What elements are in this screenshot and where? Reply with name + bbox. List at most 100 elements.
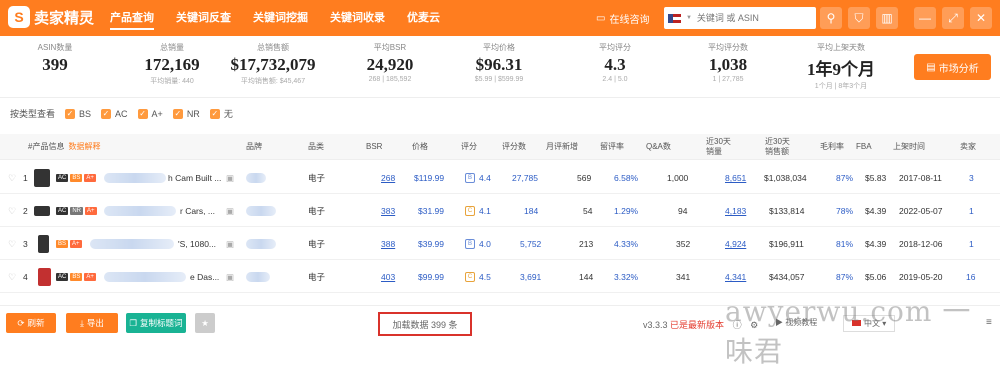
badge-ac: AC xyxy=(56,174,69,182)
margin-cell: 81% xyxy=(836,239,854,249)
filter-ac[interactable]: ✓ AC xyxy=(101,108,128,119)
stat-sub: $5.99 | $599.99 xyxy=(474,76,524,83)
monthly-new-cell: 54 xyxy=(583,206,593,216)
search-input[interactable] xyxy=(696,13,816,23)
product-thumbnail[interactable] xyxy=(38,228,49,260)
header-fba[interactable]: FBA xyxy=(856,134,872,160)
header-margin[interactable]: 毛利率 xyxy=(820,134,844,160)
product-title[interactable]: 'S, 1080... xyxy=(178,228,216,260)
favorite-icon[interactable]: ♡ xyxy=(8,261,16,293)
monthly-new-cell: 213 xyxy=(579,239,594,249)
table-row[interactable]: ♡ 2 AC NR A+ r Cars, ... ▣ 电子 383 $31.99 C… xyxy=(0,195,1000,227)
refresh-button[interactable]: ⟳ 刷新 xyxy=(6,313,56,333)
copy-titles-button[interactable]: ❐ 复制标题词 xyxy=(126,313,186,333)
sales30-link[interactable]: 8,651 xyxy=(725,162,746,194)
header-price[interactable]: 价格 xyxy=(412,134,428,160)
sellers-link[interactable]: 1 xyxy=(969,195,974,227)
favorite-icon[interactable]: ♡ xyxy=(8,228,16,260)
header-rev30[interactable]: 近30天 销售额 xyxy=(765,134,790,160)
nav-product-query[interactable]: 产品查询 xyxy=(110,0,154,36)
sales30-link[interactable]: 4,183 xyxy=(725,195,746,227)
product-thumbnail[interactable] xyxy=(34,195,50,227)
online-consult[interactable]: ▭ 在线咨询 xyxy=(596,11,649,26)
expand-icon[interactable]: ⤢ xyxy=(942,7,964,29)
header-listed[interactable]: 上架时间 xyxy=(893,134,925,160)
nav-keyword-mining[interactable]: 关键词挖掘 xyxy=(253,0,308,36)
copy-icon[interactable]: ▣ xyxy=(226,162,234,194)
price-cell: $39.99 xyxy=(418,239,444,249)
header-monthly-new[interactable]: 月评新增 xyxy=(546,134,578,160)
review-rate-cell: 6.58% xyxy=(614,173,639,183)
copy-icon[interactable]: ▣ xyxy=(226,195,234,227)
filter-nr[interactable]: ✓ NR xyxy=(172,108,200,119)
product-title[interactable]: r Cars, ... xyxy=(180,195,215,227)
bsr-link[interactable]: 268 xyxy=(381,162,395,194)
sales30-link[interactable]: 4,341 xyxy=(725,261,746,293)
header-category[interactable]: 品类 xyxy=(308,134,324,160)
columns-icon[interactable]: ▥ xyxy=(876,7,898,29)
category-cell: 电子 xyxy=(308,272,326,282)
nav-youmaiyun[interactable]: 优麦云 xyxy=(407,0,440,36)
filter-aplus[interactable]: ✓ A+ xyxy=(137,108,163,119)
header-reviews[interactable]: 评分数 xyxy=(502,134,526,160)
favorite-icon[interactable]: ♡ xyxy=(8,162,16,194)
sellers-link[interactable]: 3 xyxy=(969,162,974,194)
header-qa[interactable]: Q&A数 xyxy=(646,134,671,160)
header-bsr[interactable]: BSR xyxy=(366,134,382,160)
product-thumbnail[interactable] xyxy=(34,162,50,194)
header-review-rate[interactable]: 留评率 xyxy=(600,134,624,160)
price-cell: $99.99 xyxy=(418,272,444,282)
search-icon[interactable]: ⚲ xyxy=(820,7,842,29)
market-analysis-button[interactable]: ▤ 市场分析 xyxy=(914,54,991,80)
sellers-link[interactable]: 16 xyxy=(966,261,975,293)
minimize-icon[interactable]: — xyxy=(914,7,936,29)
rating-cell: B 4.4 xyxy=(465,162,491,194)
reviews-cell: 27,785 xyxy=(512,173,538,183)
fba-cell: $4.39 xyxy=(865,239,887,249)
brand-name: 卖家精灵 xyxy=(34,9,95,27)
type-filter: 按类型查看 ✓ BS ✓ AC ✓ A+ ✓ NR ✓ 无 xyxy=(10,107,233,120)
filter-bs[interactable]: ✓ BS xyxy=(65,108,91,119)
star-icon[interactable]: ★ xyxy=(195,313,215,333)
bsr-link[interactable]: 388 xyxy=(381,228,395,260)
download-icon: ⤓ xyxy=(80,317,84,328)
header-brand[interactable]: 品牌 xyxy=(246,134,262,160)
filter-icon[interactable]: ⛉ xyxy=(848,7,870,29)
search-box: ▼ xyxy=(664,7,816,29)
us-flag-icon[interactable] xyxy=(668,13,681,23)
product-title[interactable]: e Das... xyxy=(190,261,219,293)
close-icon[interactable]: ✕ xyxy=(970,7,992,29)
copy-icon[interactable]: ▣ xyxy=(226,228,234,260)
header-sellers[interactable]: 卖家 xyxy=(960,134,976,160)
favorite-icon[interactable]: ♡ xyxy=(8,195,16,227)
nav-keyword-index[interactable]: 关键词收录 xyxy=(330,0,385,36)
stat-value: 24,920 xyxy=(366,55,414,74)
table-row[interactable]: ♡ 4 AC BS A+ e Das... ▣ 电子 403 $99.99 C 4.5… xyxy=(0,261,1000,293)
category-cell: 电子 xyxy=(308,173,326,183)
data-explain-link[interactable]: 数据解释 xyxy=(68,142,100,152)
main-nav: 产品查询 关键词反查 关键词挖掘 关键词收录 优麦云 xyxy=(110,0,440,36)
brand-blur xyxy=(246,261,270,293)
rating-value: 4.0 xyxy=(479,239,491,249)
product-thumbnail[interactable] xyxy=(38,261,51,293)
monthly-new-cell: 569 xyxy=(577,173,592,183)
brand-logo[interactable]: S 卖家精灵 xyxy=(8,6,94,28)
rev30-cell: $434,057 xyxy=(769,272,805,282)
table-row[interactable]: ♡ 1 AC BS A+ h Cam Built ... ▣ 电子 268 $119… xyxy=(0,162,1000,194)
header-sales30[interactable]: 近30天 销量 xyxy=(706,134,731,160)
stat-value: 4.3 xyxy=(604,55,626,74)
bsr-link[interactable]: 403 xyxy=(381,261,395,293)
stat-label: ASIN数量 xyxy=(37,43,73,52)
table-row[interactable]: ♡ 3 BS A+ 'S, 1080... ▣ 电子 388 $39.99 B 4.… xyxy=(0,228,1000,260)
nav-keyword-reverse[interactable]: 关键词反查 xyxy=(176,0,231,36)
product-title[interactable]: h Cam Built ... xyxy=(168,162,221,194)
checkbox-icon: ✓ xyxy=(172,108,183,119)
copy-icon[interactable]: ▣ xyxy=(226,261,234,293)
sellers-link[interactable]: 1 xyxy=(969,228,974,260)
export-button[interactable]: ⤓ 导出 xyxy=(66,313,118,333)
bsr-link[interactable]: 383 xyxy=(381,195,395,227)
filter-none[interactable]: ✓ 无 xyxy=(209,107,233,120)
sales30-link[interactable]: 4,924 xyxy=(725,228,746,260)
listed-cell: 2022-05-07 xyxy=(899,206,943,216)
header-rating[interactable]: 评分 xyxy=(461,134,477,160)
